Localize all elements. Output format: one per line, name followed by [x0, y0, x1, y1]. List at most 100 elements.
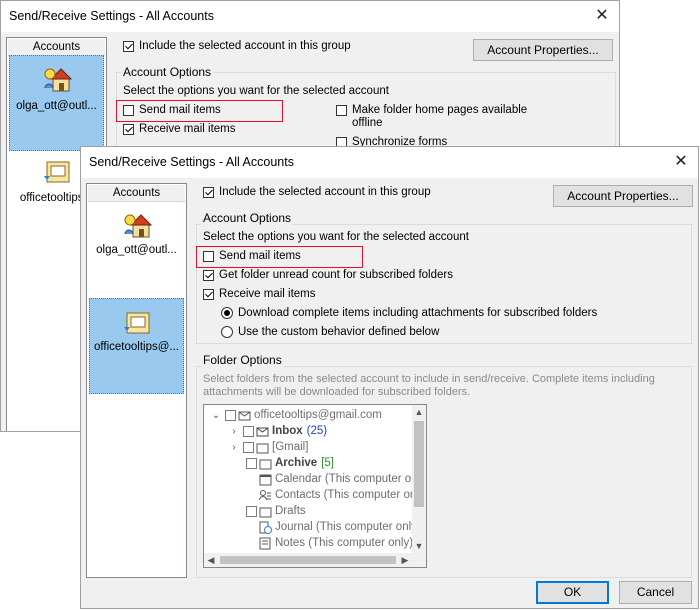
- front-close-icon[interactable]: ✕: [668, 150, 694, 174]
- tree-horizontal-scrollbar[interactable]: ◀ ▶: [204, 553, 426, 567]
- tree-drafts-checkbox[interactable]: [246, 505, 257, 517]
- tree-row-drafts[interactable]: Drafts: [204, 503, 412, 519]
- front-send-mail-label: Send mail items: [219, 250, 301, 262]
- tree-vertical-scrollbar[interactable]: ▲ ▼: [412, 405, 426, 553]
- tree-inbox-checkbox[interactable]: [243, 425, 254, 437]
- back-send-mail-checkbox[interactable]: [123, 104, 134, 116]
- back-accounts-header[interactable]: Accounts: [8, 39, 105, 56]
- back-receive-mail-label: Receive mail items: [139, 123, 236, 135]
- front-download-complete-radio[interactable]: [221, 307, 233, 319]
- front-account-properties-button[interactable]: Account Properties...: [553, 185, 693, 207]
- tree-row-root[interactable]: ⌄ officetooltips@gmail.com: [204, 407, 412, 423]
- tree-row-contacts[interactable]: Contacts (This computer only): [204, 487, 426, 503]
- scroll-down-arrow-icon[interactable]: ▼: [412, 539, 426, 553]
- front-accounts-header[interactable]: Accounts: [88, 185, 185, 202]
- calendar-icon: [259, 474, 272, 485]
- tree-journal-label: Journal (This computer only): [275, 521, 421, 533]
- front-custom-behavior-radio[interactable]: [221, 326, 233, 338]
- tree-row-archive[interactable]: Archive [5]: [204, 455, 412, 471]
- scroll-left-arrow-icon[interactable]: ◀: [204, 553, 218, 567]
- tree-row-calendar[interactable]: Calendar (This computer only): [204, 471, 426, 487]
- scroll-right-arrow-icon[interactable]: ▶: [398, 553, 412, 567]
- front-unread-count-checkbox[interactable]: [203, 269, 214, 281]
- back-send-mail-label: Send mail items: [139, 104, 221, 116]
- tree-root-checkbox[interactable]: [225, 409, 236, 421]
- tree-row-notes[interactable]: Notes (This computer only): [204, 535, 414, 551]
- folder-icon: [259, 459, 272, 469]
- back-folder-home-row[interactable]: Make folder home pages available offline: [336, 104, 527, 130]
- front-titlebar: Send/Receive Settings - All Accounts ✕: [81, 147, 698, 178]
- front-account-item-olga[interactable]: olga_ott@outl...: [89, 204, 184, 294]
- back-folder-home-checkbox[interactable]: [336, 105, 347, 116]
- front-account-label-officetooltips: officetooltips@...: [94, 341, 179, 353]
- folder-icon: [256, 443, 269, 453]
- tree-notes-label: Notes (This computer only): [275, 537, 414, 549]
- front-select-options-text: Select the options you want for the sele…: [203, 231, 469, 243]
- back-include-checkbox[interactable]: [123, 40, 134, 52]
- back-account-label-olga: olga_ott@outl...: [16, 100, 97, 112]
- front-send-mail-checkbox[interactable]: [203, 250, 214, 262]
- envelope-icon: [256, 427, 269, 436]
- front-receive-mail-row[interactable]: Receive mail items: [203, 288, 316, 300]
- tree-gmail-checkbox[interactable]: [243, 441, 254, 453]
- account-server-icon: [43, 161, 69, 183]
- tree-row-inbox[interactable]: › Inbox (25): [204, 423, 412, 439]
- contacts-icon: [259, 489, 271, 500]
- front-download-complete-label: Download complete items including attach…: [238, 307, 598, 319]
- back-select-options-text: Select the options you want for the sele…: [123, 85, 389, 97]
- back-account-properties-button[interactable]: Account Properties...: [473, 39, 613, 61]
- front-unread-count-row[interactable]: Get folder unread count for subscribed f…: [203, 269, 453, 281]
- tree-drafts-label: Drafts: [275, 505, 306, 517]
- tree-inbox-count: (25): [306, 425, 328, 437]
- back-account-item-olga[interactable]: olga_ott@outl...: [9, 55, 104, 151]
- back-include-label: Include the selected account in this gro…: [139, 40, 351, 52]
- back-dialog-title: Send/Receive Settings - All Accounts: [9, 9, 214, 23]
- back-send-mail-row[interactable]: Send mail items: [123, 104, 221, 116]
- mailbox-icon: [238, 411, 251, 420]
- back-close-icon[interactable]: ✕: [589, 4, 615, 28]
- front-include-label: Include the selected account in this gro…: [219, 186, 431, 198]
- front-folder-tree[interactable]: ⌄ officetooltips@gmail.com › Inbox (25) …: [203, 404, 427, 568]
- front-receive-mail-checkbox[interactable]: [203, 288, 214, 300]
- front-download-complete-row[interactable]: Download complete items including attach…: [221, 307, 597, 319]
- tree-archive-checkbox[interactable]: [246, 457, 257, 469]
- chevron-down-icon[interactable]: ⌄: [210, 410, 222, 421]
- back-receive-mail-row[interactable]: Receive mail items: [123, 123, 236, 135]
- front-unread-count-label: Get folder unread count for subscribed f…: [219, 269, 453, 281]
- front-folder-options-desc-2: attachments will be downloaded for subsc…: [203, 386, 471, 398]
- front-include-row[interactable]: Include the selected account in this gro…: [203, 186, 431, 198]
- notes-icon: [259, 537, 271, 549]
- journal-icon: [259, 521, 272, 534]
- tree-row-journal[interactable]: Journal (This computer only): [204, 519, 421, 535]
- tree-inbox-label: Inbox: [272, 425, 303, 437]
- account-server-icon: [123, 312, 149, 334]
- chevron-right-icon[interactable]: ›: [228, 426, 240, 437]
- front-accounts-list: Accounts olga_ott@outl... officetooltips…: [86, 183, 187, 578]
- back-folder-home-label: Make folder home pages available offline: [352, 104, 527, 130]
- cancel-button[interactable]: Cancel: [619, 581, 692, 604]
- back-titlebar: Send/Receive Settings - All Accounts ✕: [1, 1, 619, 32]
- front-account-options-label: Account Options: [201, 211, 294, 225]
- front-send-mail-row[interactable]: Send mail items: [203, 250, 301, 262]
- front-custom-behavior-row[interactable]: Use the custom behavior defined below: [221, 326, 439, 338]
- tree-row-gmail[interactable]: › [Gmail]: [204, 439, 412, 455]
- front-account-item-officetooltips[interactable]: officetooltips@...: [89, 298, 184, 394]
- scroll-up-arrow-icon[interactable]: ▲: [412, 405, 426, 419]
- folder-icon: [259, 507, 272, 517]
- back-receive-mail-checkbox[interactable]: [123, 123, 134, 135]
- tree-archive-label: Archive: [275, 457, 318, 469]
- front-account-label-olga: olga_ott@outl...: [96, 244, 177, 256]
- tree-root-label: officetooltips@gmail.com: [254, 409, 382, 421]
- tree-calendar-label: Calendar (This computer only): [275, 473, 427, 485]
- front-include-checkbox[interactable]: [203, 186, 214, 198]
- horizontal-scroll-thumb[interactable]: [220, 556, 396, 564]
- front-dialog-title: Send/Receive Settings - All Accounts: [89, 155, 294, 169]
- account-house-icon: [44, 68, 72, 92]
- back-account-options-label: Account Options: [121, 65, 214, 79]
- back-include-row[interactable]: Include the selected account in this gro…: [123, 40, 351, 52]
- ok-button[interactable]: OK: [536, 581, 609, 604]
- tree-contacts-label: Contacts (This computer only): [275, 489, 427, 501]
- front-folder-options-label: Folder Options: [201, 353, 284, 367]
- vertical-scroll-thumb[interactable]: [414, 421, 424, 507]
- chevron-right-icon[interactable]: ›: [228, 442, 240, 453]
